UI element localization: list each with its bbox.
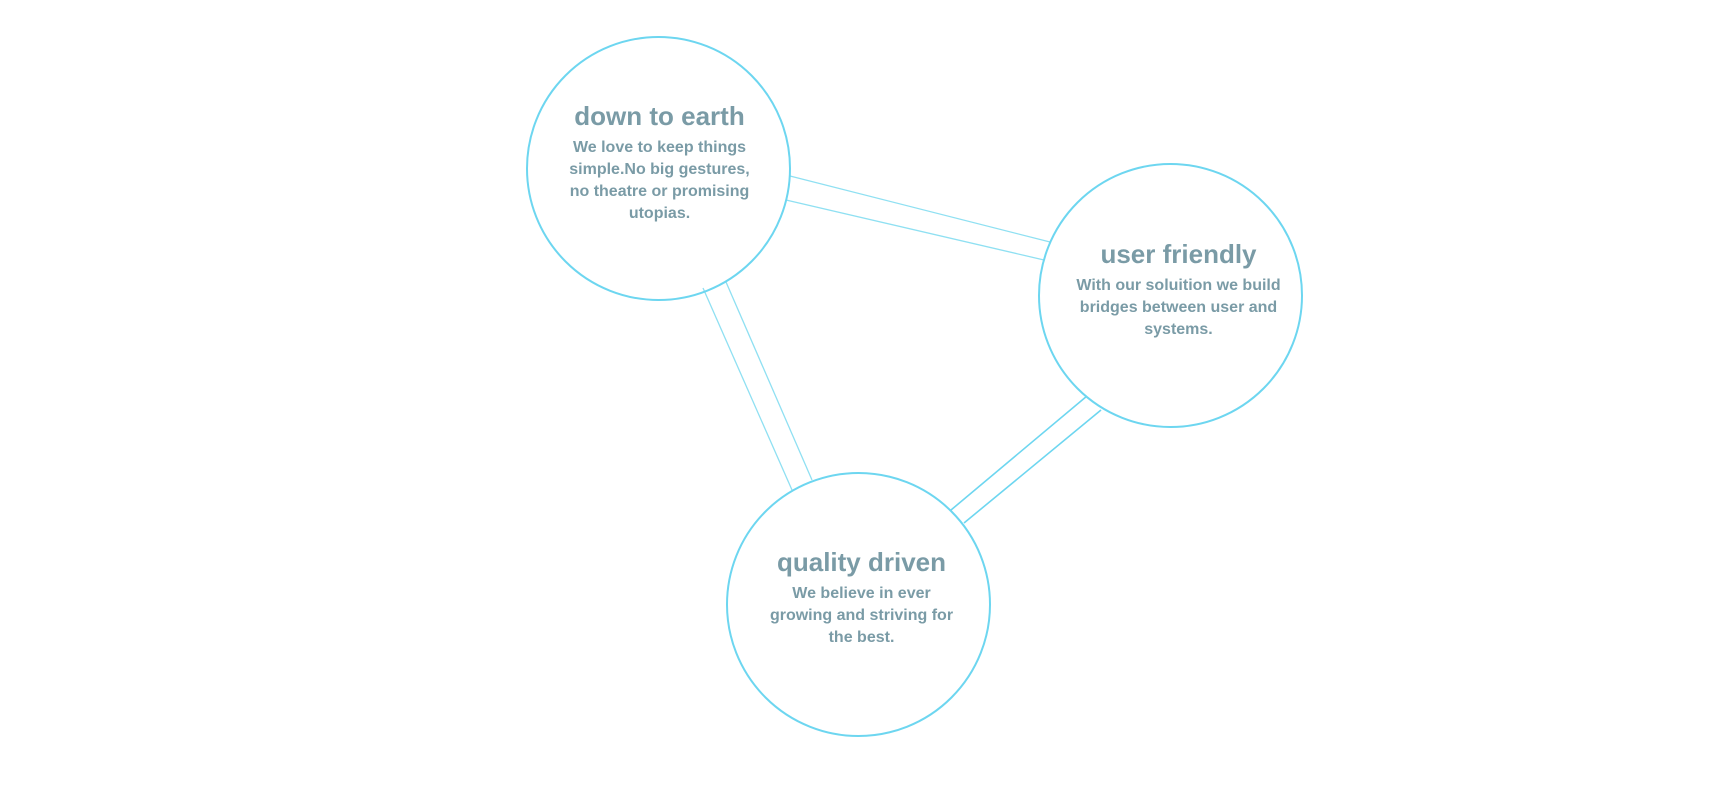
value-node-down-to-earth: down to earth We love to keep things sim… (526, 36, 791, 301)
value-description: With our soluition we build bridges betw… (1076, 276, 1281, 338)
connector-earth-quality-b (725, 281, 813, 481)
connector-earth-quality-a (702, 287, 793, 491)
value-title: user friendly (1100, 238, 1257, 269)
value-title: down to earth (574, 100, 745, 131)
connector-friendly-quality-a (950, 395, 1088, 511)
value-title: quality driven (776, 546, 947, 577)
value-node-quality-driven: quality driven We believe in ever growin… (726, 472, 991, 737)
value-description: We believe in ever growing and striving … (769, 584, 954, 646)
value-node-user-friendly: user friendly With our soluition we buil… (1038, 163, 1303, 428)
connector-earth-friendly-a (789, 175, 1051, 243)
values-diagram: down to earth We love to keep things sim… (0, 0, 1728, 800)
connector-friendly-quality-b (963, 409, 1102, 524)
value-description: We love to keep things simple.No big ges… (569, 138, 750, 222)
